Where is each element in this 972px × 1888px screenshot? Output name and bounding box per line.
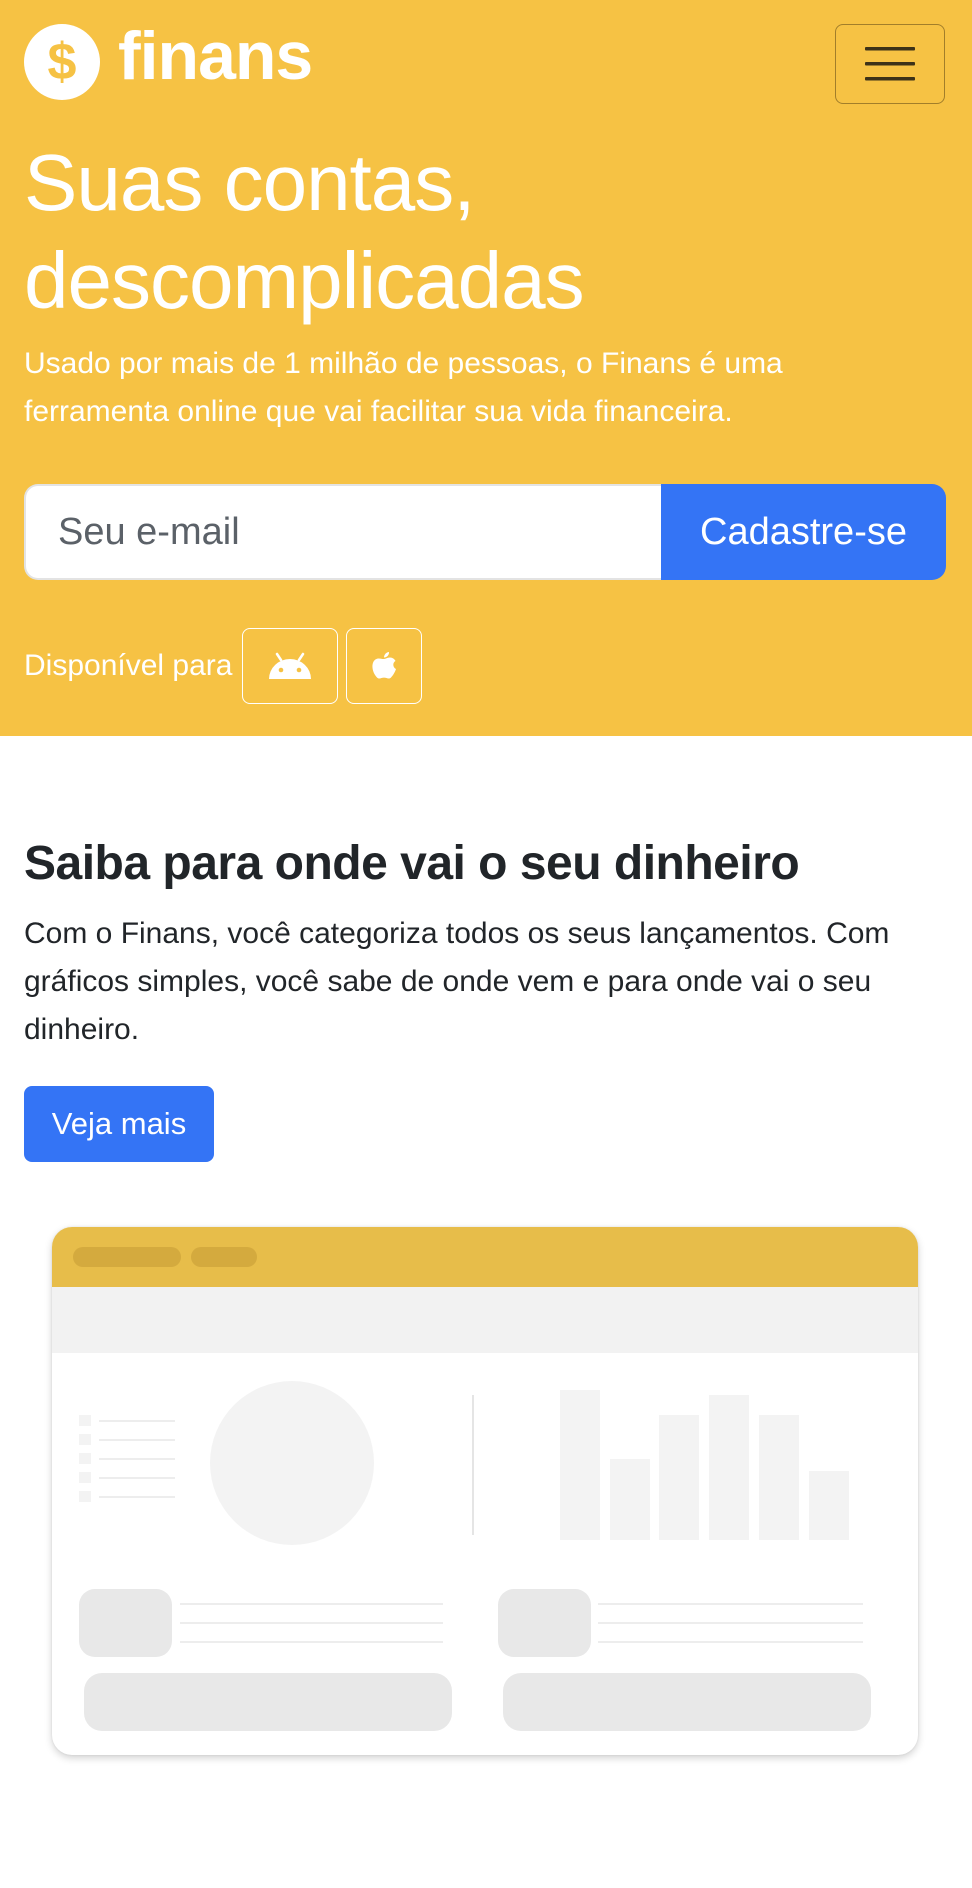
illustration-header xyxy=(52,1227,918,1287)
email-input[interactable] xyxy=(24,484,661,580)
illustration-pie-chart xyxy=(210,1381,374,1545)
apple-store-button[interactable] xyxy=(346,628,423,704)
hero-title-line1: Suas contas, xyxy=(24,138,475,227)
signup-form: Cadastre-se xyxy=(24,484,946,580)
hero-subtitle: Usado por mais de 1 milhão de pessoas, o… xyxy=(24,347,783,428)
illustration-pill xyxy=(191,1247,257,1267)
hero-title: Suas contas, descomplicadas xyxy=(24,134,924,330)
illustration-toolbar xyxy=(52,1287,918,1353)
brand-name: finans xyxy=(118,18,313,94)
hamburger-menu-button[interactable] xyxy=(835,24,945,104)
hero-section: $ finans Suas contas, descomplicadas Usa… xyxy=(0,0,972,736)
svg-text:$: $ xyxy=(48,33,77,91)
brand-logo[interactable]: $ finans xyxy=(24,18,313,100)
feature-text: Com o Finans, você categoriza todos os s… xyxy=(24,917,890,1046)
dollar-coin-icon: $ xyxy=(24,24,100,100)
hero-title-line2: descomplicadas xyxy=(24,236,585,325)
apple-icon xyxy=(372,652,397,679)
hamburger-menu-icon xyxy=(865,47,915,81)
dashboard-illustration xyxy=(52,1227,918,1755)
android-store-button[interactable] xyxy=(242,628,339,704)
see-more-button[interactable]: Veja mais xyxy=(24,1086,214,1162)
available-label: Disponível para xyxy=(24,649,233,682)
signup-button[interactable]: Cadastre-se xyxy=(661,484,946,580)
illustration-pill xyxy=(73,1247,181,1267)
available-platforms: Disponível para xyxy=(24,628,430,704)
android-icon xyxy=(269,652,312,679)
illustration-divider xyxy=(472,1395,474,1535)
feature-title: Saiba para onde vai o seu dinheiro xyxy=(24,837,800,890)
